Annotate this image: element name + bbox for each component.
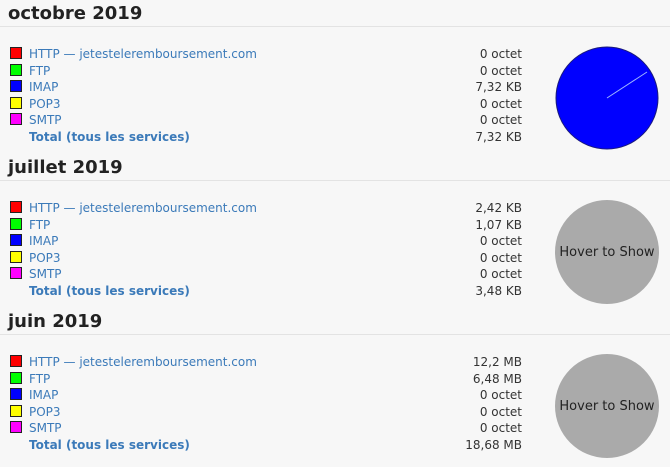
http-color-swatch: [10, 355, 22, 367]
service-value-smtp: 0 octet: [479, 113, 522, 127]
total-value: 18,68 MB: [465, 437, 522, 452]
total-value: 7,32 KB: [475, 129, 522, 144]
service-label-http[interactable]: HTTP — jetesteleremboursement.com: [29, 200, 257, 217]
pop3-color-swatch: [10, 404, 22, 417]
hover-to-show-label: Hover to Show: [559, 244, 655, 260]
total-value: 3,48 KB: [475, 283, 522, 298]
service-value-pop3: 0 octet: [479, 96, 522, 111]
service-value-imap: 0 octet: [479, 388, 522, 402]
http-color-swatch: [10, 201, 22, 213]
month-header: octobre 2019: [0, 0, 670, 27]
bandwidth-pie-chart[interactable]: [555, 46, 659, 150]
service-value-smtp: 0 octet: [479, 421, 522, 435]
service-list: HTTP — jetesteleremboursement.com 2,42 K…: [10, 200, 530, 299]
month-title: octobre 2019: [8, 3, 143, 24]
hover-to-show-label: Hover to Show: [559, 398, 655, 414]
pie-chart-svg: [555, 46, 659, 150]
service-row-total: Total (tous les services) 18,68 MB: [10, 437, 530, 454]
total-label[interactable]: Total (tous les services): [29, 129, 190, 146]
month-header: juin 2019: [0, 308, 670, 335]
service-label-imap[interactable]: IMAP: [29, 233, 58, 250]
month-section-octobre-2019: octobre 2019 HTTP — jetestelerembourseme…: [0, 0, 670, 154]
service-row-ftp: FTP 1,07 KB: [10, 217, 530, 234]
service-value-ftp: 0 octet: [479, 63, 522, 78]
service-row-http: HTTP — jetesteleremboursement.com 0 octe…: [10, 46, 530, 63]
ftp-color-swatch: [10, 217, 22, 230]
service-label-smtp[interactable]: SMTP: [29, 420, 62, 437]
service-row-ftp: FTP 0 octet: [10, 63, 530, 80]
service-row-total: Total (tous les services) 7,32 KB: [10, 129, 530, 146]
service-row-imap: IMAP 7,32 KB: [10, 79, 530, 96]
service-label-ftp[interactable]: FTP: [29, 63, 50, 80]
service-row-total: Total (tous les services) 3,48 KB: [10, 283, 530, 300]
month-title: juin 2019: [8, 311, 103, 332]
pop3-color-swatch: [10, 250, 22, 263]
imap-color-swatch: [10, 234, 22, 246]
hover-to-show-chart[interactable]: Hover to Show: [555, 354, 659, 458]
smtp-color-swatch: [10, 113, 22, 125]
http-color-swatch: [10, 47, 22, 59]
service-row-pop3: POP3 0 octet: [10, 250, 530, 267]
service-label-ftp[interactable]: FTP: [29, 371, 50, 388]
service-label-smtp[interactable]: SMTP: [29, 266, 62, 283]
service-value-imap: 7,32 KB: [475, 80, 522, 94]
service-row-pop3: POP3 0 octet: [10, 404, 530, 421]
service-label-pop3[interactable]: POP3: [29, 404, 61, 421]
service-value-imap: 0 octet: [479, 234, 522, 248]
hover-to-show-chart[interactable]: Hover to Show: [555, 200, 659, 304]
ftp-color-swatch: [10, 371, 22, 384]
month-header: juillet 2019: [0, 154, 670, 181]
service-label-http[interactable]: HTTP — jetesteleremboursement.com: [29, 46, 257, 63]
service-label-smtp[interactable]: SMTP: [29, 112, 62, 129]
service-list: HTTP — jetesteleremboursement.com 0 octe…: [10, 46, 530, 145]
service-row-pop3: POP3 0 octet: [10, 96, 530, 113]
month-title: juillet 2019: [8, 157, 123, 178]
service-label-pop3[interactable]: POP3: [29, 96, 61, 113]
smtp-color-swatch: [10, 267, 22, 279]
month-section-juin-2019: juin 2019 HTTP — jetesteleremboursement.…: [0, 308, 670, 462]
pop3-color-swatch: [10, 96, 22, 109]
service-label-ftp[interactable]: FTP: [29, 217, 50, 234]
total-label[interactable]: Total (tous les services): [29, 437, 190, 454]
service-value-http: 0 octet: [479, 47, 522, 61]
service-row-http: HTTP — jetesteleremboursement.com 12,2 M…: [10, 354, 530, 371]
service-value-ftp: 1,07 KB: [475, 217, 522, 232]
ftp-color-swatch: [10, 63, 22, 76]
smtp-color-swatch: [10, 421, 22, 433]
service-row-smtp: SMTP 0 octet: [10, 266, 530, 283]
service-value-ftp: 6,48 MB: [472, 371, 522, 386]
service-row-smtp: SMTP 0 octet: [10, 112, 530, 129]
service-value-http: 12,2 MB: [472, 355, 522, 369]
imap-color-swatch: [10, 80, 22, 92]
service-list: HTTP — jetesteleremboursement.com 12,2 M…: [10, 354, 530, 453]
service-row-imap: IMAP 0 octet: [10, 233, 530, 250]
service-value-pop3: 0 octet: [479, 250, 522, 265]
service-label-http[interactable]: HTTP — jetesteleremboursement.com: [29, 354, 257, 371]
service-label-imap[interactable]: IMAP: [29, 387, 58, 404]
month-section-juillet-2019: juillet 2019 HTTP — jetestelerembourseme…: [0, 154, 670, 308]
service-label-pop3[interactable]: POP3: [29, 250, 61, 267]
service-row-ftp: FTP 6,48 MB: [10, 371, 530, 388]
service-row-imap: IMAP 0 octet: [10, 387, 530, 404]
service-row-http: HTTP — jetesteleremboursement.com 2,42 K…: [10, 200, 530, 217]
service-label-imap[interactable]: IMAP: [29, 79, 58, 96]
total-label[interactable]: Total (tous les services): [29, 283, 190, 300]
service-value-pop3: 0 octet: [479, 404, 522, 419]
service-value-http: 2,42 KB: [475, 201, 522, 215]
service-value-smtp: 0 octet: [479, 267, 522, 281]
imap-color-swatch: [10, 388, 22, 400]
service-row-smtp: SMTP 0 octet: [10, 420, 530, 437]
